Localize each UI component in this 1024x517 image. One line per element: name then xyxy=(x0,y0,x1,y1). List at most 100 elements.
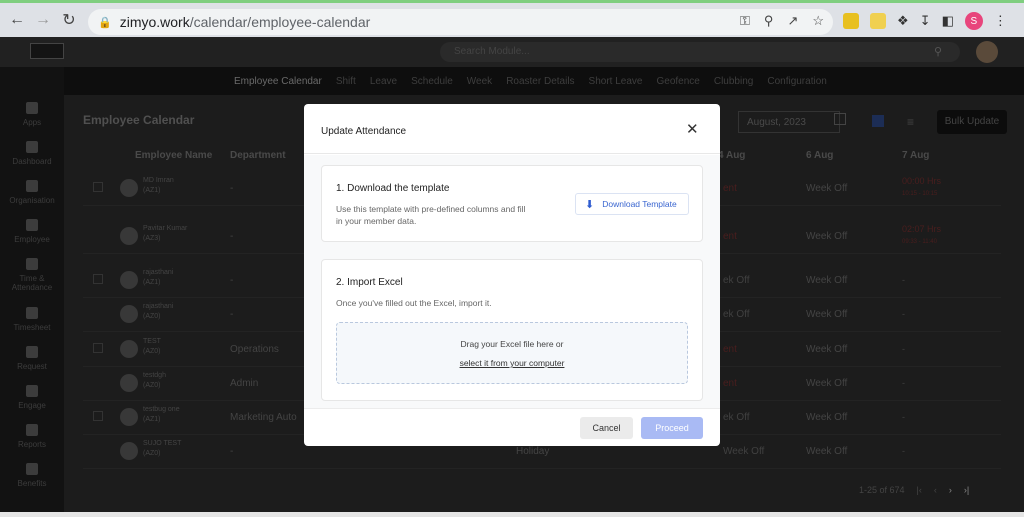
hours-cell: 02:07 Hrs 09:33 - 11:40 xyxy=(902,224,942,245)
tab-geofence[interactable]: Geofence xyxy=(656,76,699,87)
forward-arrow-icon[interactable]: → xyxy=(30,7,56,33)
status-cell: ent xyxy=(723,378,737,389)
step1-description: Use this template with pre-defined colum… xyxy=(336,204,526,226)
menu-kebab-icon[interactable]: ⋮ xyxy=(994,13,1007,29)
tab-employee-calendar[interactable]: Employee Calendar xyxy=(234,76,322,87)
step2-title: 2. Import Excel xyxy=(336,277,403,288)
month-picker[interactable]: August, 2023 xyxy=(738,111,840,133)
row-checkbox[interactable] xyxy=(93,182,103,192)
sidebar-item-apps[interactable]: Apps xyxy=(0,102,64,127)
download-icon: ⬇ xyxy=(585,198,595,211)
download-template-card: 1. Download the template Use this templa… xyxy=(321,165,703,242)
app-header: Search Module... ⚲ xyxy=(0,37,1024,67)
step2-description: Once you've filled out the Excel, import… xyxy=(336,298,492,308)
proceed-button[interactable]: Proceed xyxy=(641,417,703,439)
share-icon[interactable]: ↗ xyxy=(787,13,798,29)
employee-name: testdgh (AZ0) xyxy=(143,372,166,389)
user-avatar[interactable] xyxy=(976,41,998,63)
apps-icon xyxy=(26,102,38,114)
calendar-icon xyxy=(26,258,38,270)
sidebar-item-request[interactable]: Request xyxy=(0,346,64,371)
browser-toolbar: ← → ↻ 🔒 zimyo.work/calendar/employee-cal… xyxy=(0,0,1024,37)
calendar-subnav: Employee Calendar Shift Leave Schedule W… xyxy=(64,67,1024,95)
download-icon[interactable]: ↧ xyxy=(920,13,931,29)
first-page-icon[interactable]: |‹ xyxy=(917,485,922,495)
next-page-icon[interactable]: › xyxy=(949,485,952,495)
status-cell: Week Off xyxy=(806,344,848,355)
notes-extension-icon[interactable] xyxy=(870,13,886,29)
hours-cell: - xyxy=(902,412,905,422)
status-cell: Week Off xyxy=(723,446,765,457)
file-drop-zone[interactable]: Drag your Excel file here or select it f… xyxy=(336,322,688,384)
zoom-icon[interactable]: ⚲ xyxy=(764,13,774,29)
tab-clubbing[interactable]: Clubbing xyxy=(714,76,753,87)
back-arrow-icon[interactable]: ← xyxy=(4,7,30,33)
sidebar-item-employee[interactable]: Employee xyxy=(0,219,64,244)
calendar-icon[interactable] xyxy=(834,113,846,125)
address-bar-actions: ⚿ ⚲ ↗ ☆ xyxy=(740,13,824,29)
module-search-input[interactable]: Search Module... xyxy=(440,42,960,62)
import-excel-card: 2. Import Excel Once you've filled out t… xyxy=(321,259,703,401)
address-bar[interactable]: 🔒 zimyo.work/calendar/employee-calendar xyxy=(88,9,833,35)
download-template-button[interactable]: ⬇ Download Template xyxy=(575,193,689,215)
status-cell: ek Off xyxy=(723,309,750,320)
status-cell: Holiday xyxy=(516,446,550,457)
profile-avatar[interactable]: S xyxy=(964,12,983,30)
engage-icon xyxy=(26,385,38,397)
status-cell: Week Off xyxy=(806,412,848,423)
modal-footer: Cancel Proceed xyxy=(304,408,720,446)
tab-short-leave[interactable]: Short Leave xyxy=(589,76,643,87)
row-checkbox[interactable] xyxy=(93,274,103,284)
cancel-button[interactable]: Cancel xyxy=(580,417,633,439)
filter-icon[interactable]: ≡ xyxy=(907,115,914,129)
sidebar-item-time-attendance[interactable]: Time & Attendance xyxy=(0,258,64,292)
sidebar-item-timesheet[interactable]: Timesheet xyxy=(0,307,64,332)
bulk-update-button[interactable]: Bulk Update xyxy=(937,110,1007,134)
avatar xyxy=(120,227,138,245)
sidepanel-icon[interactable]: ◧ xyxy=(942,13,954,29)
employee-name: MD Imran (AZ1) xyxy=(143,177,174,194)
hours-cell: - xyxy=(902,344,905,354)
reload-icon[interactable]: ↻ xyxy=(56,7,82,33)
search-icon: ⚲ xyxy=(934,46,943,58)
key-icon[interactable]: ⚿ xyxy=(740,13,750,29)
avatar xyxy=(120,408,138,426)
sidebar: Apps Dashboard Organisation Employee Tim… xyxy=(0,67,64,517)
pagination-range: 1-25 of 674 xyxy=(859,485,905,495)
lock-icon: 🔒 xyxy=(98,16,112,29)
status-cell: Week Off xyxy=(806,275,848,286)
extension-icon[interactable] xyxy=(843,13,859,29)
select-file-link[interactable]: select it from your computer xyxy=(337,358,687,368)
url-path: /calendar/employee-calendar xyxy=(189,14,371,30)
close-icon[interactable]: ✕ xyxy=(686,122,699,137)
app-logo xyxy=(30,43,64,59)
tab-roaster-details[interactable]: Roaster Details xyxy=(506,76,574,87)
column-header: Employee Name xyxy=(135,150,213,161)
puzzle-icon[interactable]: ❖ xyxy=(897,13,909,29)
sidebar-item-organisation[interactable]: Organisation xyxy=(0,180,64,205)
extensions-area: ❖ ↧ ◧ S ⋮ xyxy=(843,12,1007,30)
avatar xyxy=(120,305,138,323)
sidebar-item-dashboard[interactable]: Dashboard xyxy=(0,141,64,166)
employee-filter-icon[interactable] xyxy=(872,115,884,127)
tab-schedule[interactable]: Schedule xyxy=(411,76,453,87)
tab-leave[interactable]: Leave xyxy=(370,76,397,87)
bookmark-star-icon[interactable]: ☆ xyxy=(812,13,824,29)
sidebar-item-engage[interactable]: Engage xyxy=(0,385,64,410)
row-checkbox[interactable] xyxy=(93,411,103,421)
modal-header: Update Attendance ✕ xyxy=(304,104,720,154)
tab-shift[interactable]: Shift xyxy=(336,76,356,87)
last-page-icon[interactable]: ›| xyxy=(964,485,969,495)
sidebar-item-benefits[interactable]: Benefits xyxy=(0,463,64,488)
sidebar-item-reports[interactable]: Reports xyxy=(0,424,64,449)
timesheet-icon xyxy=(26,307,38,319)
pagination: 1-25 of 674 |‹ ‹ › ›| xyxy=(859,485,969,495)
employee-name: Pavitar Kumar (AZ3) xyxy=(143,225,188,242)
prev-page-icon[interactable]: ‹ xyxy=(934,485,937,495)
tab-configuration[interactable]: Configuration xyxy=(767,76,826,87)
status-cell: Week Off xyxy=(806,446,848,457)
tab-week[interactable]: Week xyxy=(467,76,492,87)
page-title: Employee Calendar xyxy=(83,113,195,127)
employee-name: rajasthani (AZ0) xyxy=(143,303,174,320)
row-checkbox[interactable] xyxy=(93,343,103,353)
